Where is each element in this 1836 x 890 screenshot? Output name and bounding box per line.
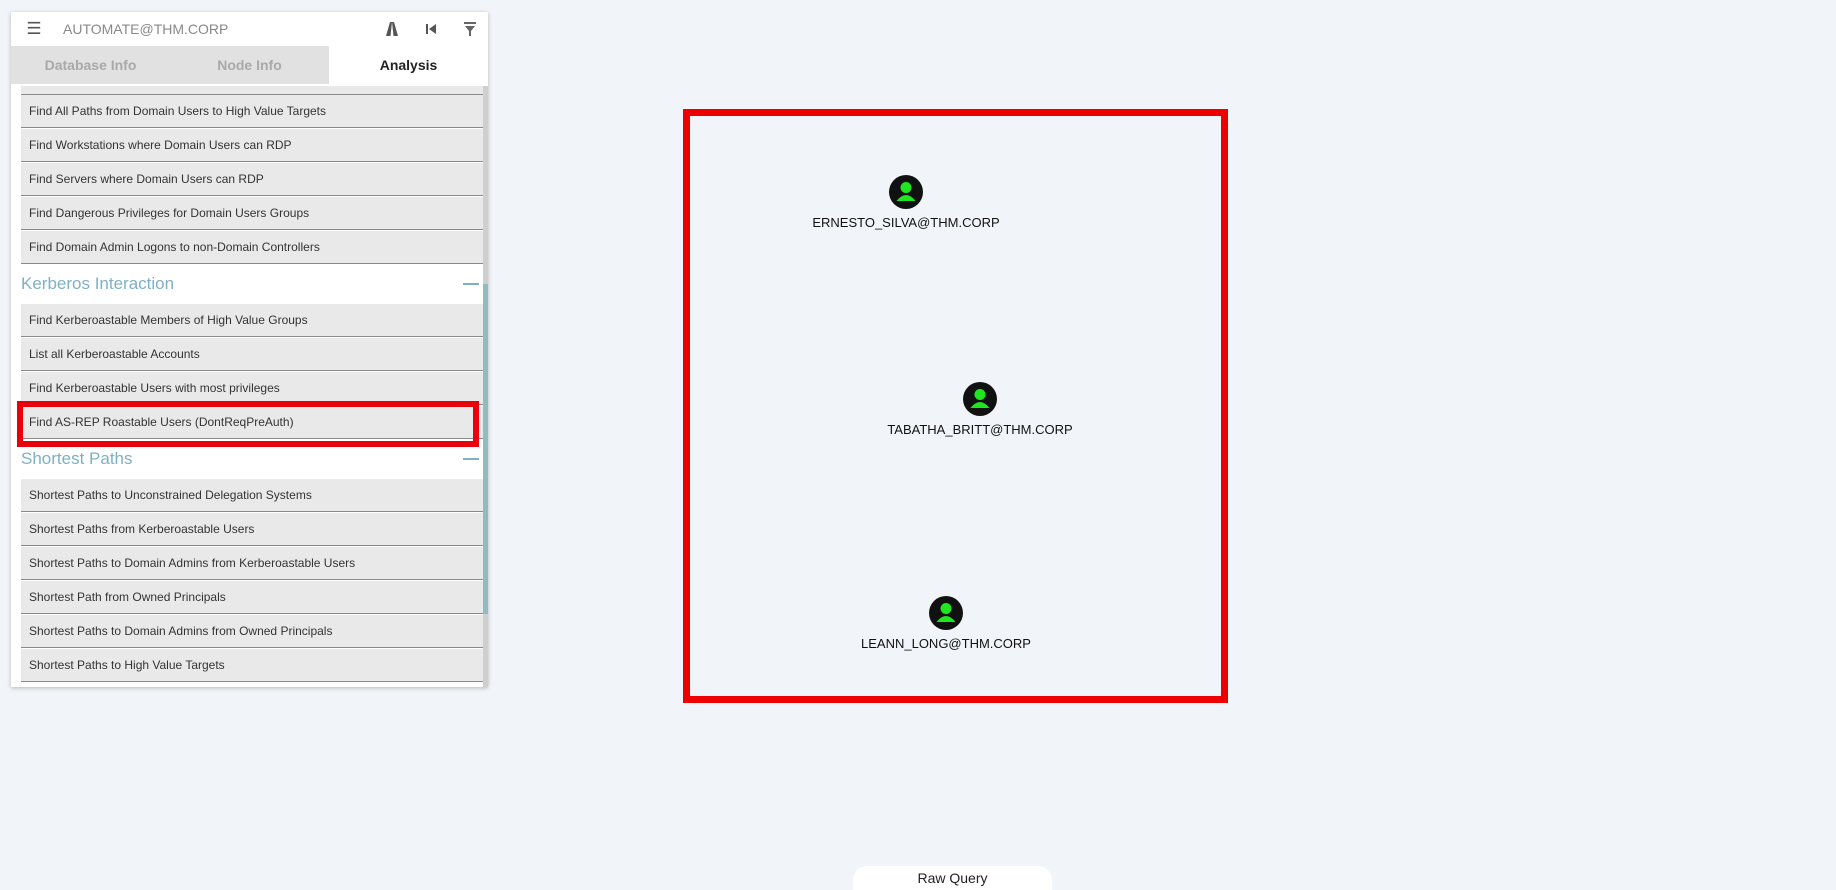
query-item[interactable]: Shortest Paths from Kerberoastable Users xyxy=(21,513,483,546)
node-label: ERNESTO_SILVA@THM.CORP xyxy=(812,215,1000,230)
query-item[interactable]: Shortest Paths to Unconstrained Delegati… xyxy=(21,479,483,512)
query-item[interactable]: Shortest Path from Owned Principals xyxy=(21,581,483,614)
section-title: Kerberos Interaction xyxy=(21,274,175,293)
section-title: Shortest Paths xyxy=(21,449,133,468)
query-item[interactable]: Find Domain Admin Logons to non-Domain C… xyxy=(21,231,483,264)
graph-node-user[interactable]: TABATHA_BRITT@THM.CORP xyxy=(870,382,1090,437)
user-icon xyxy=(929,596,963,630)
search-input[interactable] xyxy=(63,17,363,41)
scrollbar-thumb[interactable] xyxy=(483,284,488,614)
tab-analysis[interactable]: Analysis xyxy=(329,46,488,84)
collapse-icon[interactable] xyxy=(463,458,479,460)
query-item[interactable]: List all Kerberoastable Accounts xyxy=(21,338,483,371)
search-bar: ☰ xyxy=(11,12,488,45)
section-header-kerberos[interactable]: Kerberos Interaction xyxy=(21,266,483,302)
query-item[interactable]: Find Kerberoastable Members of High Valu… xyxy=(21,304,483,337)
analysis-panel: ☰ Database Info Node Info Analysis Fi xyxy=(11,12,488,687)
user-icon xyxy=(889,175,923,209)
user-icon xyxy=(963,382,997,416)
query-item[interactable]: Find Kerberoastable Users with most priv… xyxy=(21,372,483,405)
query-item-asrep-roastable[interactable]: Find AS-REP Roastable Users (DontReqPreA… xyxy=(21,406,483,439)
query-list: Find All Paths from Domain Users to High… xyxy=(11,86,488,687)
raw-query-button[interactable]: Raw Query xyxy=(853,866,1052,890)
query-item[interactable]: Find All Paths from Domain Users to High… xyxy=(21,95,483,128)
path-finding-icon[interactable] xyxy=(382,19,402,39)
tab-node-info[interactable]: Node Info xyxy=(170,46,329,84)
hamburger-menu-icon[interactable]: ☰ xyxy=(23,18,45,40)
query-item[interactable]: Find Workstations where Domain Users can… xyxy=(21,129,483,162)
tab-database-info[interactable]: Database Info xyxy=(11,46,170,84)
query-item[interactable]: Find Servers where Domain Users can RDP xyxy=(21,163,483,196)
node-label: TABATHA_BRITT@THM.CORP xyxy=(887,422,1073,437)
filter-icon[interactable] xyxy=(460,19,480,39)
graph-node-user[interactable]: ERNESTO_SILVA@THM.CORP xyxy=(796,175,1016,230)
query-item[interactable] xyxy=(21,86,483,95)
query-item[interactable]: Shortest Paths to High Value Targets xyxy=(21,649,483,682)
query-item[interactable]: Shortest Paths to Domain Admins from Own… xyxy=(21,615,483,648)
node-label: LEANN_LONG@THM.CORP xyxy=(861,636,1031,651)
graph-node-user[interactable]: LEANN_LONG@THM.CORP xyxy=(836,596,1056,651)
collapse-icon[interactable] xyxy=(463,283,479,285)
section-header-shortest-paths[interactable]: Shortest Paths xyxy=(21,441,483,477)
query-item[interactable]: Shortest Paths to Domain Admins from Ker… xyxy=(21,547,483,580)
tab-bar: Database Info Node Info Analysis xyxy=(11,46,488,84)
query-item[interactable]: Find Dangerous Privileges for Domain Use… xyxy=(21,197,483,230)
back-icon[interactable] xyxy=(421,19,441,39)
